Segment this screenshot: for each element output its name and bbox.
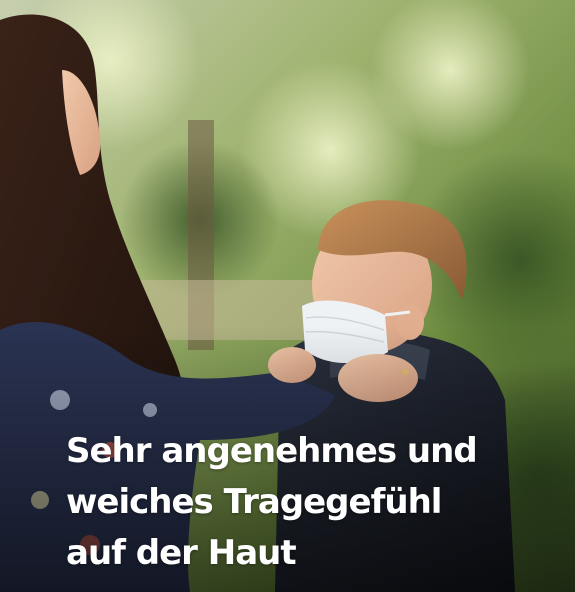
caption-line: weiches Tragegefühl [66,482,442,522]
caption-line: Sehr angenehmes und [66,431,478,471]
caption-line: auf der Haut [66,533,297,573]
image-card: Sehr angenehmes und weiches Tragegefühl … [0,0,575,592]
image-caption: Sehr angenehmes und weiches Tragegefühl … [66,426,536,579]
